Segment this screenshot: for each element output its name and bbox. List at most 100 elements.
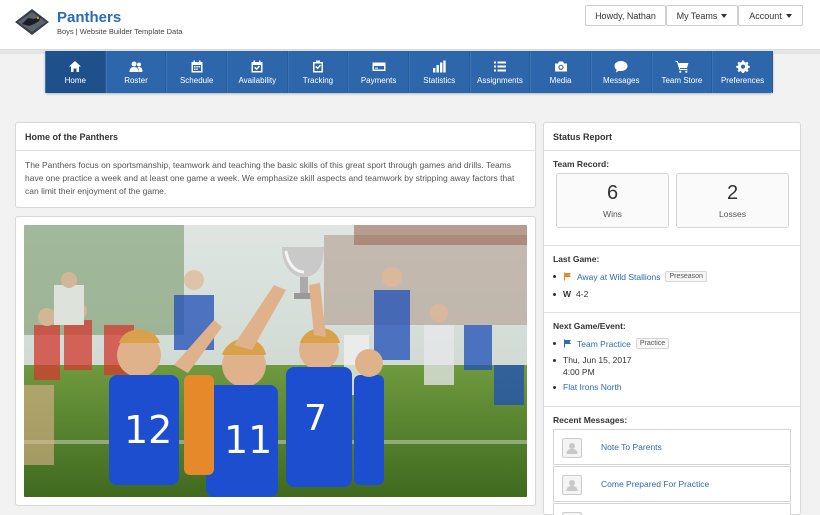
user-avatar-icon — [562, 438, 582, 458]
home-card: Home of the Panthers The Panthers focus … — [15, 122, 536, 208]
nav-label: Preferences — [720, 75, 765, 85]
last-game-link[interactable]: Away at Wild Stallions — [577, 272, 660, 282]
camera-icon — [554, 61, 567, 71]
nav-payments[interactable]: Payments — [348, 51, 409, 93]
next-location-link[interactable]: Flat Irons North — [563, 382, 622, 392]
recent-messages-label: Recent Messages: — [553, 415, 628, 425]
bullet — [553, 292, 556, 296]
divider — [544, 150, 800, 151]
team-name[interactable]: Panthers — [57, 9, 121, 26]
losses-box: 2 Losses — [676, 173, 789, 228]
home-icon — [69, 60, 82, 72]
user-avatar-icon — [562, 475, 582, 495]
bullet — [553, 385, 556, 389]
nav-availability[interactable]: Availability — [226, 51, 288, 93]
nav-label: Home — [64, 75, 86, 85]
status-report-card: Status Report Team Record: 6 Wins 2 Loss… — [543, 122, 801, 515]
flag-icon — [564, 272, 571, 281]
svg-text:12: 12 — [124, 408, 172, 452]
nav-tracking[interactable]: Tracking — [287, 51, 349, 93]
calendar-check-icon — [251, 60, 263, 72]
nav-label: Availability — [238, 75, 277, 85]
status-title: Status Report — [553, 132, 613, 142]
bullet — [553, 358, 556, 362]
nav-label: Payments — [360, 75, 397, 85]
home-description: The Panthers focus on sportsmanship, tea… — [25, 160, 515, 196]
divider — [16, 150, 535, 151]
list-icon — [493, 61, 506, 71]
nav-label: Messages — [603, 75, 640, 85]
message-title: Note To Parents — [601, 442, 662, 452]
my-teams-label: My Teams — [676, 10, 718, 21]
message-item[interactable]: Come Prepared For Practice — [553, 466, 791, 502]
site-header: Panthers Boys | Website Builder Template… — [0, 0, 820, 50]
nav-label: Schedule — [179, 75, 214, 85]
clipboard-icon — [312, 60, 323, 72]
credit-card-icon — [372, 62, 386, 71]
nav-label: Statistics — [423, 75, 456, 85]
main-nav: Home Roster Schedule Availability Tracki… — [45, 51, 773, 93]
user-greeting-button[interactable]: Howdy, Nathan — [585, 5, 666, 26]
losses-label: Losses — [719, 209, 746, 219]
nav-statistics[interactable]: Statistics — [408, 51, 470, 93]
account-label: Account — [749, 10, 782, 21]
divider — [544, 245, 800, 246]
nav-label: Media — [549, 75, 572, 85]
nav-media[interactable]: Media — [530, 51, 591, 93]
chat-icon — [614, 60, 628, 72]
nav-label: Tracking — [302, 75, 334, 85]
gear-icon — [735, 59, 750, 73]
result-letter: W — [563, 289, 572, 299]
nav-messages[interactable]: Messages — [590, 51, 652, 93]
next-time: 4:00 PM — [563, 367, 595, 377]
nav-label: Assignments — [477, 75, 523, 85]
svg-text:11: 11 — [224, 418, 272, 462]
result-score: 4-2 — [576, 289, 589, 299]
losses-count: 2 — [726, 182, 739, 204]
practice-tag: Practice — [635, 338, 670, 349]
chevron-down-icon — [721, 13, 728, 18]
svg-text:7: 7 — [304, 398, 327, 439]
panther-logo[interactable] — [14, 8, 50, 36]
bullet — [553, 342, 556, 345]
team-celebration-image: 12 11 7 — [24, 225, 527, 497]
bullet — [553, 275, 556, 278]
account-dropdown[interactable]: Account — [738, 5, 803, 26]
next-location-row: Flat Irons North — [553, 382, 622, 392]
last-game-result: W 4-2 — [553, 289, 588, 299]
team-photo[interactable]: 12 11 7 — [24, 225, 527, 497]
flag-icon — [564, 339, 571, 348]
nav-preferences[interactable]: Preferences — [712, 51, 773, 93]
last-game-row: Away at Wild Stallions Preseason — [553, 271, 707, 282]
last-game-label: Last Game: — [553, 254, 600, 264]
message-title: Come Prepared For Practice — [601, 479, 710, 489]
user-greeting: Howdy, Nathan — [595, 10, 656, 21]
nav-schedule[interactable]: Schedule — [166, 51, 227, 93]
users-icon — [129, 61, 143, 72]
next-date: Thu, Jun 15, 2017 — [563, 355, 632, 365]
next-event-row: Team Practice Practice — [553, 338, 670, 349]
next-event-date: Thu, Jun 15, 2017 — [553, 355, 632, 365]
preseason-tag: Preseason — [665, 271, 707, 282]
nav-team-store[interactable]: Team Store — [651, 51, 713, 93]
home-title: Home of the Panthers — [25, 132, 119, 142]
message-item[interactable]: Note To Parents — [553, 429, 791, 465]
team-subtitle: Boys | Website Builder Template Data — [57, 27, 183, 36]
next-event-label: Next Game/Event: — [553, 321, 626, 331]
wins-box: 6 Wins — [556, 173, 669, 228]
bar-chart-icon — [433, 60, 446, 72]
next-event-link[interactable]: Team Practice — [577, 339, 631, 349]
wins-label: Wins — [603, 209, 622, 219]
nav-assignments[interactable]: Assignments — [469, 51, 531, 93]
nav-roster[interactable]: Roster — [105, 51, 167, 93]
message-item[interactable] — [553, 503, 791, 515]
nav-label: Roster — [124, 75, 148, 85]
divider — [544, 312, 800, 313]
chevron-down-icon — [785, 13, 792, 18]
photo-card: 12 11 7 — [15, 216, 536, 506]
my-teams-dropdown[interactable]: My Teams — [666, 5, 738, 26]
nav-home[interactable]: Home — [45, 51, 106, 93]
cart-icon — [675, 60, 689, 73]
nav-label: Team Store — [661, 75, 703, 85]
team-record-label: Team Record: — [553, 159, 610, 169]
